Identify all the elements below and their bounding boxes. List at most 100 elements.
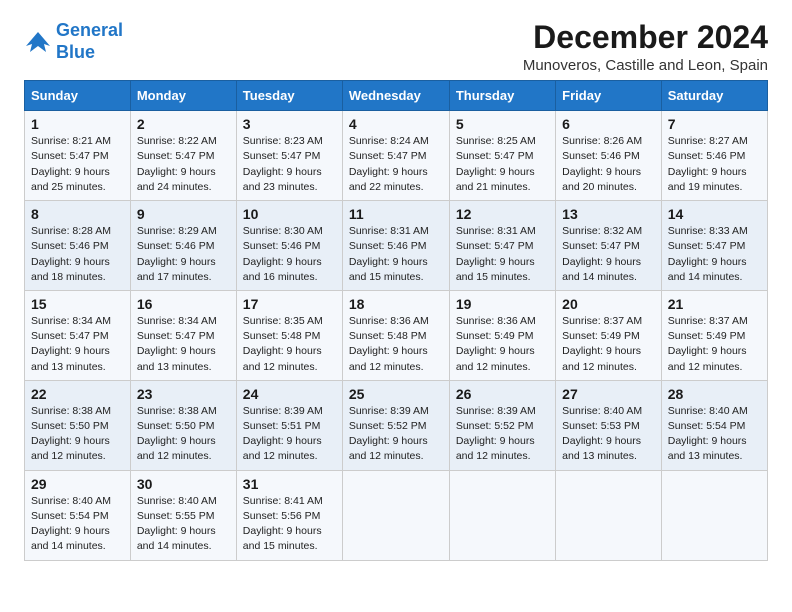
day-cell-23: 23 Sunrise: 8:38 AMSunset: 5:50 PMDaylig… bbox=[130, 380, 236, 470]
day-number: 8 bbox=[31, 206, 124, 222]
day-cell-25: 25 Sunrise: 8:39 AMSunset: 5:52 PMDaylig… bbox=[342, 380, 449, 470]
day-cell-28: 28 Sunrise: 8:40 AMSunset: 5:54 PMDaylig… bbox=[661, 380, 767, 470]
day-number: 4 bbox=[349, 116, 443, 132]
weekday-wednesday: Wednesday bbox=[342, 81, 449, 111]
day-info: Sunrise: 8:27 AMSunset: 5:46 PMDaylight:… bbox=[668, 134, 761, 195]
location-title: Munoveros, Castille and Leon, Spain bbox=[523, 57, 768, 74]
header: General Blue December 2024 Munoveros, Ca… bbox=[24, 20, 768, 74]
logo: General Blue bbox=[24, 20, 123, 63]
day-number: 29 bbox=[31, 476, 124, 492]
day-cell-10: 10 Sunrise: 8:30 AMSunset: 5:46 PMDaylig… bbox=[236, 201, 342, 291]
day-cell-21: 21 Sunrise: 8:37 AMSunset: 5:49 PMDaylig… bbox=[661, 290, 767, 380]
day-info: Sunrise: 8:22 AMSunset: 5:47 PMDaylight:… bbox=[137, 134, 230, 195]
day-number: 19 bbox=[456, 296, 549, 312]
day-cell-9: 9 Sunrise: 8:29 AMSunset: 5:46 PMDayligh… bbox=[130, 201, 236, 291]
day-number: 1 bbox=[31, 116, 124, 132]
day-number: 6 bbox=[562, 116, 655, 132]
day-cell-30: 30 Sunrise: 8:40 AMSunset: 5:55 PMDaylig… bbox=[130, 470, 236, 560]
day-info: Sunrise: 8:38 AMSunset: 5:50 PMDaylight:… bbox=[31, 404, 124, 465]
day-cell-5: 5 Sunrise: 8:25 AMSunset: 5:47 PMDayligh… bbox=[449, 111, 555, 201]
day-info: Sunrise: 8:39 AMSunset: 5:52 PMDaylight:… bbox=[456, 404, 549, 465]
day-number: 17 bbox=[243, 296, 336, 312]
day-info: Sunrise: 8:21 AMSunset: 5:47 PMDaylight:… bbox=[31, 134, 124, 195]
day-info: Sunrise: 8:23 AMSunset: 5:47 PMDaylight:… bbox=[243, 134, 336, 195]
day-number: 24 bbox=[243, 386, 336, 402]
day-number: 28 bbox=[668, 386, 761, 402]
empty-cell bbox=[661, 470, 767, 560]
day-info: Sunrise: 8:32 AMSunset: 5:47 PMDaylight:… bbox=[562, 224, 655, 285]
empty-cell bbox=[556, 470, 662, 560]
day-number: 5 bbox=[456, 116, 549, 132]
day-info: Sunrise: 8:33 AMSunset: 5:47 PMDaylight:… bbox=[668, 224, 761, 285]
day-cell-31: 31 Sunrise: 8:41 AMSunset: 5:56 PMDaylig… bbox=[236, 470, 342, 560]
day-info: Sunrise: 8:36 AMSunset: 5:49 PMDaylight:… bbox=[456, 314, 549, 375]
day-info: Sunrise: 8:24 AMSunset: 5:47 PMDaylight:… bbox=[349, 134, 443, 195]
day-cell-7: 7 Sunrise: 8:27 AMSunset: 5:46 PMDayligh… bbox=[661, 111, 767, 201]
month-title: December 2024 bbox=[523, 20, 768, 55]
day-info: Sunrise: 8:34 AMSunset: 5:47 PMDaylight:… bbox=[137, 314, 230, 375]
day-info: Sunrise: 8:40 AMSunset: 5:55 PMDaylight:… bbox=[137, 494, 230, 555]
day-number: 13 bbox=[562, 206, 655, 222]
day-number: 7 bbox=[668, 116, 761, 132]
day-cell-12: 12 Sunrise: 8:31 AMSunset: 5:47 PMDaylig… bbox=[449, 201, 555, 291]
day-number: 16 bbox=[137, 296, 230, 312]
day-cell-14: 14 Sunrise: 8:33 AMSunset: 5:47 PMDaylig… bbox=[661, 201, 767, 291]
day-info: Sunrise: 8:30 AMSunset: 5:46 PMDaylight:… bbox=[243, 224, 336, 285]
weekday-saturday: Saturday bbox=[661, 81, 767, 111]
day-info: Sunrise: 8:39 AMSunset: 5:52 PMDaylight:… bbox=[349, 404, 443, 465]
day-number: 31 bbox=[243, 476, 336, 492]
logo-subtext: Blue bbox=[56, 42, 123, 64]
day-number: 26 bbox=[456, 386, 549, 402]
day-info: Sunrise: 8:28 AMSunset: 5:46 PMDaylight:… bbox=[31, 224, 124, 285]
day-number: 3 bbox=[243, 116, 336, 132]
title-area: December 2024 Munoveros, Castille and Le… bbox=[523, 20, 768, 74]
day-number: 15 bbox=[31, 296, 124, 312]
day-cell-19: 19 Sunrise: 8:36 AMSunset: 5:49 PMDaylig… bbox=[449, 290, 555, 380]
empty-cell bbox=[449, 470, 555, 560]
day-number: 2 bbox=[137, 116, 230, 132]
day-cell-26: 26 Sunrise: 8:39 AMSunset: 5:52 PMDaylig… bbox=[449, 380, 555, 470]
day-info: Sunrise: 8:37 AMSunset: 5:49 PMDaylight:… bbox=[562, 314, 655, 375]
day-number: 18 bbox=[349, 296, 443, 312]
day-number: 9 bbox=[137, 206, 230, 222]
weekday-thursday: Thursday bbox=[449, 81, 555, 111]
day-number: 25 bbox=[349, 386, 443, 402]
week-row-2: 8 Sunrise: 8:28 AMSunset: 5:46 PMDayligh… bbox=[25, 201, 768, 291]
weekday-monday: Monday bbox=[130, 81, 236, 111]
calendar-table: Sunday Monday Tuesday Wednesday Thursday… bbox=[24, 80, 768, 560]
day-number: 12 bbox=[456, 206, 549, 222]
day-cell-11: 11 Sunrise: 8:31 AMSunset: 5:46 PMDaylig… bbox=[342, 201, 449, 291]
day-info: Sunrise: 8:37 AMSunset: 5:49 PMDaylight:… bbox=[668, 314, 761, 375]
weekday-sunday: Sunday bbox=[25, 81, 131, 111]
day-cell-29: 29 Sunrise: 8:40 AMSunset: 5:54 PMDaylig… bbox=[25, 470, 131, 560]
day-number: 30 bbox=[137, 476, 230, 492]
day-number: 22 bbox=[31, 386, 124, 402]
day-cell-6: 6 Sunrise: 8:26 AMSunset: 5:46 PMDayligh… bbox=[556, 111, 662, 201]
day-info: Sunrise: 8:26 AMSunset: 5:46 PMDaylight:… bbox=[562, 134, 655, 195]
day-info: Sunrise: 8:29 AMSunset: 5:46 PMDaylight:… bbox=[137, 224, 230, 285]
logo-icon bbox=[24, 28, 52, 56]
day-info: Sunrise: 8:34 AMSunset: 5:47 PMDaylight:… bbox=[31, 314, 124, 375]
empty-cell bbox=[342, 470, 449, 560]
day-number: 21 bbox=[668, 296, 761, 312]
day-info: Sunrise: 8:35 AMSunset: 5:48 PMDaylight:… bbox=[243, 314, 336, 375]
weekday-tuesday: Tuesday bbox=[236, 81, 342, 111]
day-info: Sunrise: 8:31 AMSunset: 5:47 PMDaylight:… bbox=[456, 224, 549, 285]
day-cell-4: 4 Sunrise: 8:24 AMSunset: 5:47 PMDayligh… bbox=[342, 111, 449, 201]
day-info: Sunrise: 8:31 AMSunset: 5:46 PMDaylight:… bbox=[349, 224, 443, 285]
day-info: Sunrise: 8:25 AMSunset: 5:47 PMDaylight:… bbox=[456, 134, 549, 195]
day-cell-3: 3 Sunrise: 8:23 AMSunset: 5:47 PMDayligh… bbox=[236, 111, 342, 201]
day-info: Sunrise: 8:39 AMSunset: 5:51 PMDaylight:… bbox=[243, 404, 336, 465]
weekday-friday: Friday bbox=[556, 81, 662, 111]
day-info: Sunrise: 8:41 AMSunset: 5:56 PMDaylight:… bbox=[243, 494, 336, 555]
day-cell-27: 27 Sunrise: 8:40 AMSunset: 5:53 PMDaylig… bbox=[556, 380, 662, 470]
day-number: 11 bbox=[349, 206, 443, 222]
day-cell-24: 24 Sunrise: 8:39 AMSunset: 5:51 PMDaylig… bbox=[236, 380, 342, 470]
day-number: 20 bbox=[562, 296, 655, 312]
week-row-4: 22 Sunrise: 8:38 AMSunset: 5:50 PMDaylig… bbox=[25, 380, 768, 470]
weekday-header-row: Sunday Monday Tuesday Wednesday Thursday… bbox=[25, 81, 768, 111]
day-cell-22: 22 Sunrise: 8:38 AMSunset: 5:50 PMDaylig… bbox=[25, 380, 131, 470]
day-info: Sunrise: 8:38 AMSunset: 5:50 PMDaylight:… bbox=[137, 404, 230, 465]
day-info: Sunrise: 8:40 AMSunset: 5:53 PMDaylight:… bbox=[562, 404, 655, 465]
day-number: 10 bbox=[243, 206, 336, 222]
